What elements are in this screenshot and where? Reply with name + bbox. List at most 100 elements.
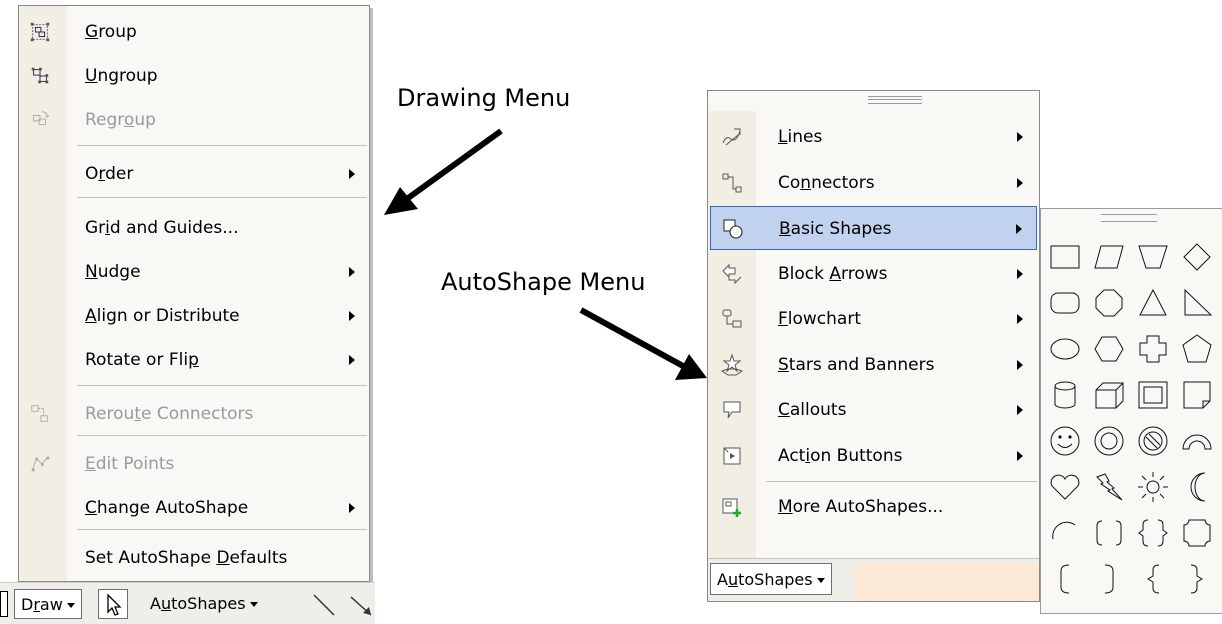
label-post: allouts [789,400,847,420]
shape-button[interactable] [1133,467,1173,507]
menu-item[interactable]: Grid and Guides... [19,206,369,250]
menu-item[interactable]: Regroup [19,98,369,142]
autoshapes-button[interactable]: AutoShapes [710,563,832,595]
menu-item[interactable]: Align or Distribute [19,294,369,338]
menu-item-label: Change AutoShape [85,486,248,530]
shape-button[interactable] [1089,513,1129,553]
shape-button[interactable] [1177,421,1217,461]
label-accelerator: E [85,454,96,474]
label-pre: O [85,164,99,184]
shape-button[interactable] [1133,513,1173,553]
menu-item-label: Align or Distribute [85,294,240,338]
menu-item[interactable]: Block Arrows [710,252,1037,296]
shape-button[interactable] [1177,329,1217,369]
menu-item[interactable]: Nudge [19,250,369,294]
shape-button[interactable] [1045,237,1085,277]
label-accelerator: o [123,110,135,130]
menu-item[interactable]: Lines [710,115,1037,159]
cube-icon [1095,382,1124,409]
menu-item[interactable]: Flowchart [710,297,1037,341]
octagon-icon [1095,289,1123,317]
autoshapes-label-accel: u [727,570,739,589]
double-bracket-icon [1096,520,1122,546]
draw-menu-button[interactable]: Draw [14,589,82,619]
shape-button[interactable] [1133,329,1173,369]
shape-button[interactable] [1089,237,1129,277]
pointer-icon [107,593,122,616]
menu-item[interactable]: Ungroup [19,54,369,98]
menu-item-label: Reroute Connectors [85,392,253,436]
menu-item[interactable]: Reroute Connectors [19,392,369,436]
arrow-tool-icon[interactable] [345,589,375,619]
shape-button[interactable] [1177,559,1217,599]
shape-button[interactable] [1177,375,1217,415]
right-bracket-icon [1104,564,1114,594]
label-post: tars and Banners [788,355,935,375]
menu-item-icon [720,495,744,519]
menu-item[interactable]: Change AutoShape [19,486,369,530]
label-pre: Gr [85,218,106,238]
menu-item[interactable]: More AutoShapes... [710,485,1037,529]
select-objects-button[interactable] [98,589,128,619]
shape-button[interactable] [1133,283,1173,323]
menu-item[interactable]: Stars and Banners [710,343,1037,387]
autoshapes-toolbar-button[interactable]: AutoShapes [150,589,258,619]
shape-button[interactable] [1133,375,1173,415]
shape-button[interactable] [1045,375,1085,415]
menu-item[interactable]: Group [19,10,369,54]
hexagon-icon [1094,336,1124,362]
menu-item[interactable]: Connectors [710,161,1037,205]
menu-item[interactable]: Rotate or Flip [19,338,369,382]
menu-separator [766,481,1037,482]
menu-item-icon [720,307,744,331]
shape-button[interactable] [1177,513,1217,553]
shape-button[interactable] [1089,467,1129,507]
shape-button[interactable] [1133,559,1173,599]
menu-item[interactable]: Order [19,152,369,196]
menu-item-icon [720,262,744,286]
menu-item[interactable]: Action Buttons [710,434,1037,478]
menu-item[interactable]: Set AutoShape Defaults [19,536,369,580]
menu-item-icon [720,353,744,377]
line-tool-icon[interactable] [310,589,340,619]
edit-points-icon [31,456,50,472]
shape-button[interactable] [1045,283,1085,323]
label-post: on Buttons [810,446,903,466]
shape-button[interactable] [1177,237,1217,277]
submenu-arrow-icon [349,311,355,321]
shape-button[interactable] [1089,421,1129,461]
shape-button[interactable] [1045,421,1085,461]
menu-item[interactable]: Basic Shapes [710,206,1037,250]
shape-button[interactable] [1133,421,1173,461]
submenu-arrow-icon [349,267,355,277]
menu-item-label: Flowchart [778,297,861,341]
menu-drag-handle[interactable] [868,96,922,104]
shape-button[interactable] [1089,283,1129,323]
more-autoshapes-icon [722,498,741,517]
shape-button[interactable] [1089,559,1129,599]
menu-item[interactable]: Callouts [710,388,1037,432]
arc-icon [1052,521,1076,540]
label-accelerator: S [778,355,789,375]
shape-button[interactable] [1045,329,1085,369]
drawing-menu-caption: Drawing Menu [397,84,571,112]
palette-drag-handle[interactable] [1101,214,1157,222]
shape-button[interactable] [1177,283,1217,323]
shape-button[interactable] [1045,467,1085,507]
rounded-rectangle-icon [1050,292,1080,314]
shape-button[interactable] [1045,559,1085,599]
submenu-arrow-icon [1017,269,1023,279]
shape-button[interactable] [1089,329,1129,369]
shape-button[interactable] [1133,237,1173,277]
menu-item-label: Ungroup [85,54,158,98]
shape-button[interactable] [1177,467,1217,507]
shape-button[interactable] [1045,513,1085,553]
can-icon [1054,381,1076,409]
shape-button[interactable] [1089,375,1129,415]
menu-item-icon [720,125,744,149]
trapezoid-icon [1138,245,1168,269]
label-post: dit Points [95,454,175,474]
menu-item[interactable]: Edit Points [19,442,369,486]
chevron-down-icon [66,603,75,608]
menu-item-label: Callouts [778,388,846,432]
